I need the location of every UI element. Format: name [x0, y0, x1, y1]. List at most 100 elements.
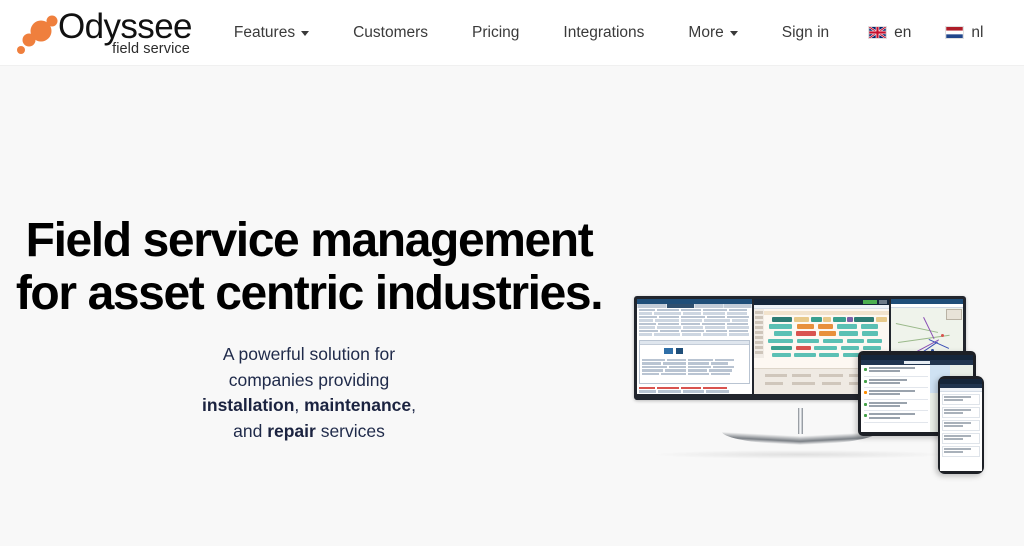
- table-row: [639, 333, 750, 336]
- gantt-bar[interactable]: [823, 338, 844, 344]
- list-item-sub: [869, 381, 900, 384]
- hero-sub-emphasis-installation: installation: [202, 395, 295, 415]
- gantt-bar[interactable]: [768, 338, 794, 344]
- table-row: [639, 319, 750, 322]
- nav-item-integrations[interactable]: Integrations: [541, 0, 666, 65]
- language-code-nl: nl: [971, 23, 984, 41]
- language-code-en: en: [894, 23, 912, 41]
- gantt-bar[interactable]: [795, 331, 816, 336]
- card-sub: [944, 450, 963, 453]
- grid-rows-bottom: [637, 386, 752, 394]
- gantt-secondary-button[interactable]: [879, 300, 888, 304]
- product-screenshot-mockup: [630, 288, 998, 474]
- gantt-row: [764, 338, 889, 344]
- gantt-bar[interactable]: [875, 317, 887, 322]
- resource-row: [755, 336, 764, 339]
- gantt-bar[interactable]: [866, 338, 882, 344]
- gantt-bar[interactable]: [819, 352, 840, 358]
- phone-tab-bar[interactable]: [940, 388, 982, 392]
- gantt-bar[interactable]: [823, 317, 831, 322]
- table-row: [639, 312, 750, 315]
- gantt-row: [764, 345, 889, 351]
- gantt-bar[interactable]: [796, 324, 815, 329]
- list-item-title: [869, 401, 908, 404]
- chevron-down-icon: [729, 31, 738, 36]
- gantt-bar[interactable]: [846, 317, 854, 322]
- gantt-bar[interactable]: [810, 317, 822, 322]
- gantt-bar[interactable]: [771, 317, 792, 322]
- list-item-sub: [869, 393, 900, 396]
- phone-job-card[interactable]: [942, 419, 980, 431]
- pool-item[interactable]: [819, 374, 844, 377]
- phone-job-card[interactable]: [942, 445, 980, 457]
- detail-card: [639, 339, 751, 384]
- phone-job-card[interactable]: [942, 406, 980, 418]
- hero-sub-emphasis-repair: repair: [267, 420, 316, 441]
- gantt-bar[interactable]: [840, 345, 860, 351]
- field-row: [642, 362, 747, 365]
- nav-item-more[interactable]: More: [666, 0, 759, 65]
- nav-label-customers: Customers: [353, 23, 429, 41]
- phone-job-card[interactable]: [942, 394, 980, 405]
- field-row: [642, 365, 747, 369]
- pool-item[interactable]: [792, 382, 816, 385]
- grid-rows-top: [637, 308, 752, 338]
- field-row: [642, 358, 747, 362]
- pool-item[interactable]: [792, 374, 811, 377]
- pool-item[interactable]: [765, 374, 787, 377]
- hero-sub-separator-1: ,: [294, 395, 305, 415]
- gantt-timeline-header: [764, 311, 890, 315]
- gantt-bar[interactable]: [794, 317, 810, 322]
- hero-section: Field service management for asset centr…: [0, 66, 1024, 546]
- gantt-bar[interactable]: [770, 345, 792, 351]
- gantt-bar[interactable]: [819, 331, 836, 336]
- gantt-bar[interactable]: [795, 345, 811, 351]
- table-row: [639, 322, 750, 326]
- tablet-segmented-control[interactable]: [861, 360, 973, 365]
- gantt-bar[interactable]: [796, 338, 820, 344]
- gantt-bar[interactable]: [839, 331, 859, 336]
- status-dot-icon: [864, 391, 867, 395]
- list-item[interactable]: [864, 366, 929, 377]
- hero-sub-emphasis-maintenance: maintenance: [304, 395, 412, 415]
- nav-item-pricing[interactable]: Pricing: [450, 0, 541, 65]
- gantt-bar[interactable]: [818, 324, 834, 329]
- field-row: [642, 372, 747, 375]
- grid-tab: [695, 304, 723, 308]
- nav-item-customers[interactable]: Customers: [331, 0, 450, 65]
- language-switcher-nl[interactable]: nl: [928, 0, 1000, 65]
- sign-in-link[interactable]: Sign in: [760, 0, 851, 65]
- gantt-bar[interactable]: [836, 324, 857, 329]
- netherlands-flag-icon: [945, 26, 965, 39]
- gantt-bar[interactable]: [833, 317, 846, 322]
- field-row: [642, 369, 747, 372]
- phone-job-card[interactable]: [942, 432, 980, 444]
- nav-item-features[interactable]: Features: [212, 0, 331, 65]
- gantt-bar[interactable]: [771, 352, 791, 358]
- map-legend-inset: [945, 309, 962, 320]
- list-item[interactable]: [864, 389, 929, 400]
- gantt-bar[interactable]: [863, 345, 881, 351]
- pool-item[interactable]: [821, 382, 841, 385]
- logo-odyssee-field-service[interactable]: Odyssee field service: [12, 7, 193, 59]
- list-item-title: [869, 390, 916, 393]
- list-item-sub: [869, 416, 900, 419]
- list-item[interactable]: [864, 412, 929, 423]
- language-switcher-en[interactable]: en: [851, 0, 928, 65]
- gantt-primary-button[interactable]: [863, 300, 878, 304]
- gantt-bar[interactable]: [854, 317, 875, 322]
- pool-item[interactable]: [765, 382, 783, 385]
- gantt-bar[interactable]: [774, 331, 792, 336]
- gantt-bar[interactable]: [846, 338, 865, 344]
- resource-row: [755, 326, 764, 329]
- gantt-bar[interactable]: [860, 324, 879, 329]
- table-row: [639, 329, 750, 333]
- gantt-bar[interactable]: [814, 345, 837, 351]
- tablet-work-order-list: [861, 355, 931, 432]
- gantt-bar[interactable]: [794, 352, 816, 358]
- chevron-down-icon: [301, 31, 310, 36]
- gantt-bar[interactable]: [769, 324, 792, 329]
- list-item[interactable]: [864, 401, 929, 412]
- gantt-bar[interactable]: [861, 331, 879, 336]
- list-item[interactable]: [864, 378, 929, 389]
